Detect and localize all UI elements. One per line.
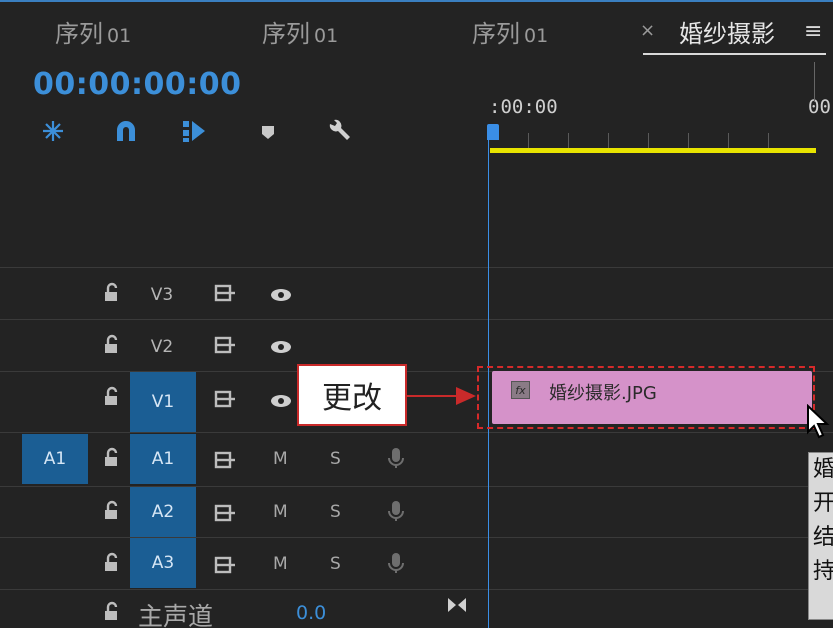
linked-selection-icon[interactable]	[181, 118, 207, 144]
ruler-start-time: :00:00	[489, 96, 558, 118]
wrench-icon[interactable]	[326, 118, 352, 144]
sync-lock-icon[interactable]	[214, 388, 236, 410]
ruler-end-time: 00	[808, 96, 831, 118]
lock-icon[interactable]	[100, 601, 122, 623]
track-separator	[0, 319, 833, 320]
lock-icon[interactable]	[100, 552, 122, 574]
ruler-tick	[608, 133, 609, 148]
snap-icon[interactable]	[40, 118, 66, 144]
tab-label: 序列	[262, 20, 310, 48]
master-track-label: 主声道	[138, 602, 214, 628]
track-separator	[0, 267, 833, 268]
tab-number: 01	[314, 25, 339, 47]
ruler-tick	[688, 133, 689, 148]
solo-button-a1[interactable]: S	[330, 449, 341, 469]
track-label-v1[interactable]: V1	[130, 372, 196, 432]
tab-number: 01	[524, 25, 549, 47]
tab-wedding-photo[interactable]: 婚纱摄影	[679, 14, 775, 49]
track-label-a1[interactable]: A1	[130, 434, 196, 484]
lock-icon[interactable]	[100, 334, 122, 356]
ruler-tick	[648, 133, 649, 148]
tooltip-line: 持	[813, 559, 833, 584]
highlight-dashed-box	[477, 366, 815, 429]
mute-button-a3[interactable]: M	[273, 554, 288, 574]
microphone-icon[interactable]	[385, 500, 407, 522]
lock-icon[interactable]	[100, 282, 122, 304]
sync-lock-icon[interactable]	[214, 282, 236, 304]
tab-label: 序列	[472, 20, 520, 48]
ruler-tick	[528, 133, 529, 148]
ruler-divider	[814, 62, 815, 102]
annotation-arrow-line	[407, 395, 459, 397]
eye-icon[interactable]	[270, 336, 292, 358]
microphone-icon[interactable]	[385, 552, 407, 574]
tab-label: 婚纱摄影	[679, 20, 775, 48]
tab-number: 01	[107, 25, 132, 47]
tab-label: 序列	[55, 20, 103, 48]
track-label-a3[interactable]: A3	[130, 538, 196, 588]
sync-lock-icon[interactable]	[214, 502, 236, 524]
go-to-in-out-icon[interactable]	[446, 594, 468, 616]
track-separator	[0, 589, 833, 590]
annotation-arrow-head	[456, 387, 476, 405]
ruler-tick	[568, 133, 569, 148]
magnet-icon[interactable]	[113, 118, 139, 144]
panel-menu-icon[interactable]: ≡	[804, 19, 822, 44]
tooltip-line: 结	[813, 525, 833, 550]
master-volume-value[interactable]: 0.0	[296, 602, 326, 624]
track-separator	[0, 537, 833, 538]
tab-sequence-01-b[interactable]: 序列 01	[262, 14, 338, 49]
mute-button-a2[interactable]: M	[273, 502, 288, 522]
tab-sequence-01-a[interactable]: 序列 01	[55, 14, 131, 49]
track-label-v2[interactable]: V2	[130, 332, 194, 362]
marker-icon[interactable]	[256, 118, 282, 144]
mute-button-a1[interactable]: M	[273, 449, 288, 469]
track-separator	[0, 486, 833, 487]
panel-tab-bar: 序列 01 序列 01 序列 01 × 婚纱摄影 ≡	[0, 0, 833, 58]
work-area-bar[interactable]	[490, 148, 816, 153]
lock-icon[interactable]	[100, 386, 122, 408]
ruler-tick	[728, 133, 729, 148]
lock-icon[interactable]	[100, 500, 122, 522]
eye-icon[interactable]	[270, 390, 292, 412]
solo-button-a3[interactable]: S	[330, 554, 341, 574]
track-label-a2[interactable]: A2	[130, 487, 196, 537]
tooltip-line: 开	[813, 491, 833, 516]
mouse-cursor-icon	[806, 403, 830, 444]
source-patch-a1[interactable]: A1	[22, 434, 88, 484]
clip-tooltip: 婚 开 结 持	[808, 452, 833, 620]
sync-lock-icon[interactable]	[214, 449, 236, 471]
solo-button-a2[interactable]: S	[330, 502, 341, 522]
track-label-v3[interactable]: V3	[130, 280, 194, 310]
eye-icon[interactable]	[270, 284, 292, 306]
track-separator	[0, 432, 833, 433]
playhead-timecode[interactable]: 00:00:00:00	[33, 67, 241, 102]
annotation-callout: 更改	[297, 364, 407, 426]
tab-close-icon[interactable]: ×	[640, 20, 655, 41]
tab-sequence-01-c[interactable]: 序列 01	[472, 14, 548, 49]
sync-lock-icon[interactable]	[214, 334, 236, 356]
microphone-icon[interactable]	[385, 447, 407, 469]
active-tab-underline	[643, 53, 826, 55]
lock-icon[interactable]	[100, 447, 122, 469]
tooltip-line: 婚	[813, 457, 833, 482]
sync-lock-icon[interactable]	[214, 554, 236, 576]
ruler-tick	[768, 133, 769, 148]
